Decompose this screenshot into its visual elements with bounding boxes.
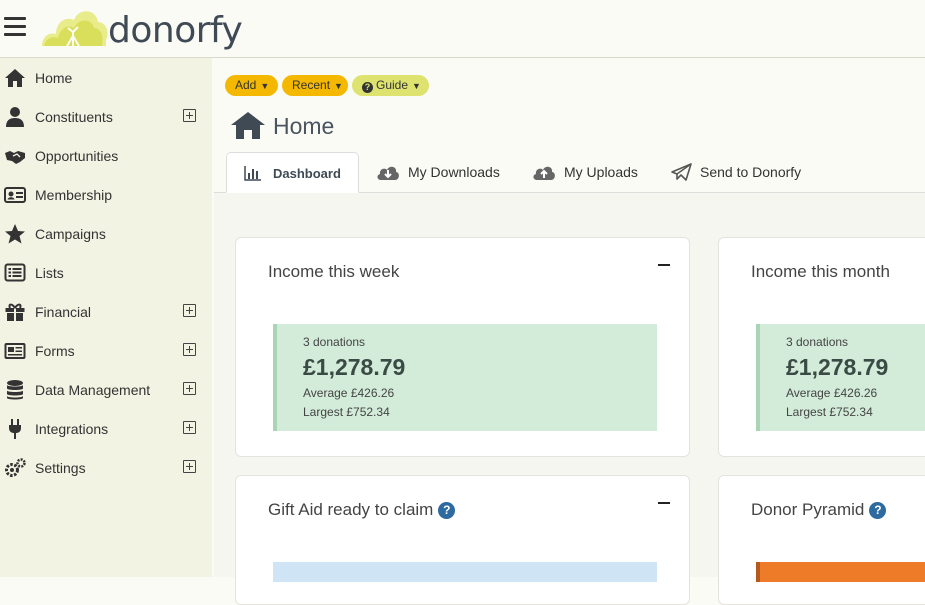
bar-chart-icon (244, 166, 261, 181)
sidebar-item-label: Forms (35, 343, 75, 359)
card-title-wrap: Gift Aid ready to claim? (268, 500, 456, 520)
income-stat-panel: 3 donations £1,278.79 Average £426.26 La… (273, 324, 657, 431)
cloud-upload-icon (533, 166, 555, 180)
sidebar-item-membership[interactable]: Membership (0, 175, 212, 214)
sidebar-item-label: Settings (35, 460, 86, 476)
tab-send-to-donorfy[interactable]: Send to Donorfy (670, 152, 810, 192)
sidebar-item-forms[interactable]: Forms (0, 331, 212, 370)
sidebar-item-label: Campaigns (35, 226, 106, 242)
chevron-down-icon: ▼ (412, 81, 421, 91)
sidebar-item-label: Integrations (35, 421, 109, 437)
plug-icon (9, 419, 21, 439)
card-title: Income this month (751, 262, 890, 281)
handshake-icon (5, 151, 25, 164)
collapse-icon[interactable] (658, 502, 670, 504)
card-title-wrap: Donor Pyramid? (751, 500, 887, 520)
sidebar-item-label: Membership (35, 187, 113, 203)
guide-button-label: Guide (376, 78, 409, 92)
user-icon (6, 107, 24, 127)
expand-icon[interactable] (183, 382, 196, 395)
expand-icon[interactable] (183, 304, 196, 317)
app-header: donorfy (0, 0, 925, 58)
question-icon: ? (362, 82, 373, 93)
database-icon (7, 380, 23, 400)
page-title: Home (273, 113, 335, 139)
chevron-down-icon: ▼ (334, 81, 343, 91)
help-icon[interactable]: ? (438, 502, 456, 519)
expand-icon[interactable] (183, 343, 196, 356)
donation-count: 3 donations (786, 335, 849, 349)
collapse-icon[interactable] (658, 264, 670, 266)
help-icon[interactable]: ? (869, 502, 887, 519)
sidebar-item-opportunities[interactable]: Opportunities (0, 136, 212, 175)
sidebar-item-label: Financial (35, 304, 92, 320)
gift-icon (5, 303, 25, 321)
sidebar-item-label: Opportunities (35, 148, 119, 164)
id-card-icon (4, 187, 26, 203)
tab-label: My Uploads (564, 164, 638, 180)
cloud-download-icon (377, 166, 399, 180)
donation-largest: Largest £752.34 (303, 405, 390, 419)
menu-icon[interactable] (4, 17, 26, 37)
home-icon (231, 112, 265, 139)
sidebar: Home Constituents Opportunities Membersh… (0, 58, 212, 577)
tab-label: Send to Donorfy (700, 164, 802, 180)
star-icon (5, 224, 25, 244)
income-stat-panel: 3 donations £1,278.79 Average £426.26 La… (756, 324, 925, 431)
sidebar-item-constituents[interactable]: Constituents (0, 97, 212, 136)
sidebar-item-label: Lists (35, 265, 64, 281)
sidebar-item-financial[interactable]: Financial (0, 292, 212, 331)
sidebar-item-lists[interactable]: Lists (0, 253, 212, 292)
sidebar-item-label: Data Management (35, 382, 151, 398)
expand-icon[interactable] (183, 109, 196, 122)
donor-pyramid-card: Donor Pyramid? (718, 475, 925, 605)
expand-icon[interactable] (183, 460, 196, 473)
sidebar-item-integrations[interactable]: Integrations (0, 409, 212, 448)
tab-dashboard[interactable]: Dashboard (226, 152, 359, 193)
tab-label: My Downloads (408, 164, 500, 180)
gift-aid-card: Gift Aid ready to claim? (235, 475, 690, 605)
donation-largest: Largest £752.34 (786, 405, 873, 419)
paper-plane-icon (671, 163, 692, 181)
tab-label: Dashboard (273, 166, 341, 181)
card-title: Donor Pyramid (751, 500, 865, 519)
newspaper-icon (4, 343, 26, 359)
add-button[interactable]: Add ▼ (225, 75, 278, 96)
sidebar-item-home[interactable]: Home (0, 58, 212, 97)
recent-button[interactable]: Recent ▼ (282, 75, 348, 96)
sidebar-item-data-management[interactable]: Data Management (0, 370, 212, 409)
card-title: Income this week (268, 262, 400, 281)
tab-my-downloads[interactable]: My Downloads (376, 152, 506, 192)
card-title: Gift Aid ready to claim (268, 500, 434, 519)
sidebar-item-label: Constituents (35, 109, 113, 125)
recent-button-label: Recent (292, 78, 331, 92)
gears-icon (5, 458, 26, 477)
chevron-down-icon: ▼ (260, 81, 270, 91)
donation-count: 3 donations (303, 335, 366, 349)
add-button-label: Add (235, 78, 257, 92)
sidebar-item-campaigns[interactable]: Campaigns (0, 214, 212, 253)
donorfy-logo[interactable] (40, 2, 110, 54)
expand-icon[interactable] (183, 421, 196, 434)
donation-average: Average £426.26 (303, 386, 395, 400)
brand-name: donorfy (108, 10, 243, 51)
guide-button[interactable]: ? Guide ▼ (352, 75, 429, 96)
income-month-card: Income this month 3 donations £1,278.79 … (718, 237, 925, 457)
home-icon (5, 69, 25, 87)
sidebar-item-settings[interactable]: Settings (0, 448, 212, 487)
sidebar-item-label: Home (35, 70, 73, 86)
donation-total: £1,278.79 (786, 354, 889, 380)
list-icon (4, 263, 26, 282)
donation-total: £1,278.79 (303, 354, 406, 380)
tab-my-uploads[interactable]: My Uploads (532, 152, 642, 192)
donation-average: Average £426.26 (786, 386, 878, 400)
gift-aid-chart-area (273, 562, 657, 582)
donor-pyramid-chart-area (756, 562, 925, 582)
income-week-card: Income this week 3 donations £1,278.79 A… (235, 237, 690, 457)
